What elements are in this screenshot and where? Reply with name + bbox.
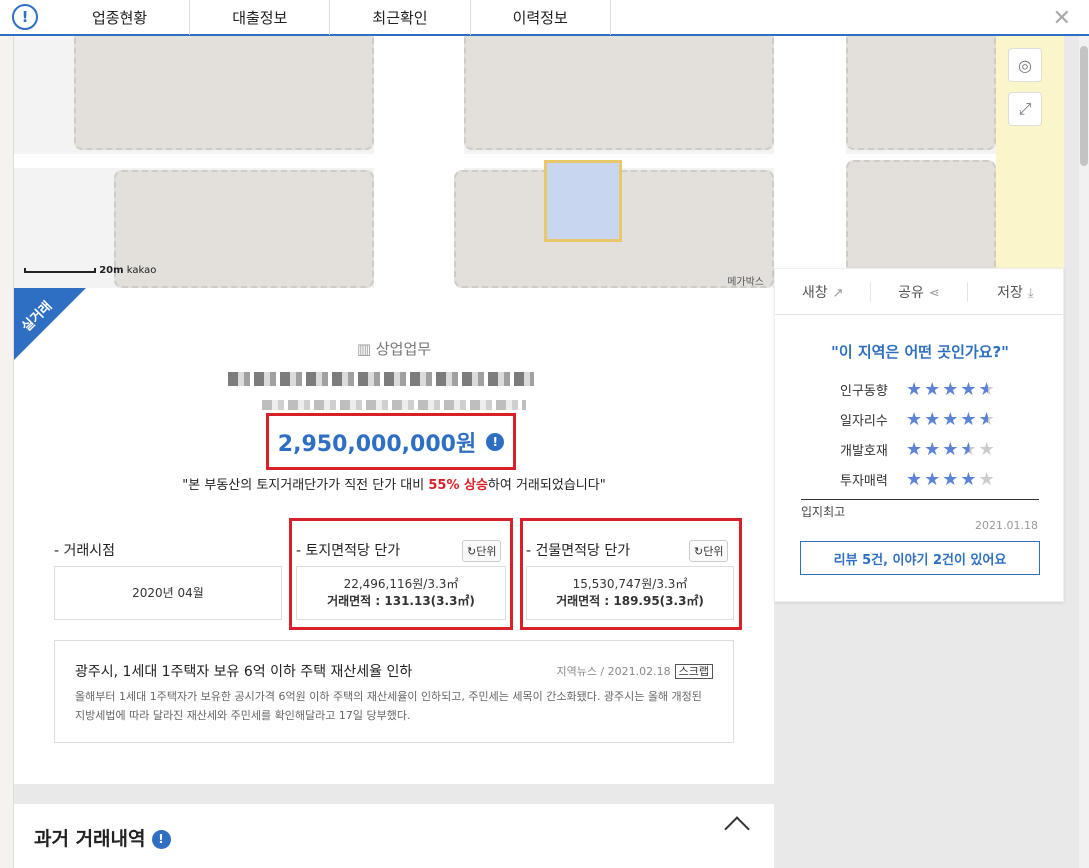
building-unit-cell: 15,530,747원/3.3㎡ 거래면적 : 189.95(3.3㎡) (526, 566, 734, 620)
rating-label: 인구동향 (840, 384, 888, 399)
info-icon[interactable]: ! (486, 432, 505, 451)
download-icon: ⤓ (1027, 285, 1034, 301)
review-button[interactable]: 리뷰 5건, 이야기 2건이 있어요 (800, 541, 1040, 575)
map-poi-label: 메가박스 (727, 277, 764, 288)
building-unit-price: 15,530,747원/3.3㎡ (572, 577, 688, 591)
scrap-button[interactable]: 스크랩 (674, 664, 713, 679)
news-body: 올해부터 1세대 1주택자가 보유한 공시가격 6억원 이하 주택의 재산세율이… (75, 690, 702, 722)
selected-parcel[interactable] (544, 160, 622, 242)
news-source: 지역뉴스 / 2021.02.18 스크랩 (556, 663, 713, 679)
new-window-button[interactable]: 새창 ↗ (775, 281, 872, 302)
rating-label: 투자매력 (840, 474, 888, 489)
news-card[interactable]: 광주시, 1세대 1주택자 보유 6억 이하 주택 재산세율 인하 지역뉴스 /… (54, 640, 734, 743)
building-icon: ▥ (356, 340, 372, 358)
building-area: 거래면적 : 189.95(3.3㎡) (556, 594, 704, 608)
masked-address (228, 372, 534, 386)
close-icon[interactable]: ✕ (1053, 6, 1071, 31)
star-rating: ★★★★★ (906, 469, 997, 490)
rating-row: 투자매력 ★★★★★ (840, 469, 997, 490)
action-bar: 새창 ↗ 공유 ⋖ 저장 ⤓ (775, 269, 1063, 315)
region-question: "이 지역은 어떤 곳인가요?" (831, 343, 1009, 361)
star-rating: ★★★★★ (906, 379, 997, 400)
map-view[interactable]: ◎ ⤢ 20m kakao 메가박스 (14, 36, 1064, 288)
land-unit-price: 22,496,116원/3.3㎡ (343, 577, 459, 591)
map-building (74, 36, 374, 150)
map-road (374, 36, 464, 288)
price-change-note: "본 부동산의 토지거래단가가 직전 단가 대비 55% 상승하여 거래되었습니… (182, 478, 606, 493)
map-building (464, 36, 774, 150)
chevron-up-icon[interactable] (724, 816, 750, 842)
past-transactions-title: 과거 거래내역! (34, 824, 171, 851)
info-icon[interactable]: ! (151, 829, 171, 849)
left-edge (0, 36, 14, 868)
share-button[interactable]: 공유 ⋖ (871, 281, 968, 302)
price-highlight-box: 2,950,000,000원 ! (266, 413, 516, 470)
land-unit-title: - 토지면적당 단가 (296, 543, 401, 559)
masked-address-detail (262, 400, 526, 410)
trade-time-value: 2020년 04월 (54, 566, 282, 620)
location-label: 입지최고 (801, 505, 846, 519)
divider (801, 499, 1039, 500)
transaction-card: 실거래 ▥ 상업업무 2,950,000,000원 ! "본 부동산의 토지거래… (14, 288, 774, 784)
rating-row: 개발호재 ★★★★★ (840, 439, 997, 460)
share-icon: ⋖ (928, 285, 940, 301)
tab-recent-viewed[interactable]: 최근확인 (330, 0, 471, 35)
transaction-price: 2,950,000,000원 (277, 431, 477, 457)
building-unit-title: - 건물면적당 단가 (526, 543, 631, 559)
fullscreen-icon[interactable]: ⤢ (1008, 92, 1042, 126)
rating-row: 인구동향 ★★★★★ (840, 379, 997, 400)
trade-time-label: - 거래시점 (54, 543, 116, 559)
external-link-icon: ↗ (832, 285, 844, 301)
land-unit-toggle[interactable]: ↻단위 (462, 540, 502, 562)
map-road (774, 36, 846, 288)
scrollbar[interactable] (1079, 36, 1089, 868)
map-scale: 20m kakao (24, 265, 156, 276)
tab-loan-info[interactable]: 대출정보 (190, 0, 331, 35)
news-title[interactable]: 광주시, 1세대 1주택자 보유 6억 이하 주택 재산세율 인하 (75, 661, 412, 681)
map-building (846, 36, 996, 150)
land-area: 거래면적 : 131.13(3.3㎡) (327, 594, 475, 608)
rating-label: 개발호재 (840, 444, 888, 459)
location-icon[interactable]: ◎ (1008, 48, 1042, 82)
region-panel: 새창 ↗ 공유 ⋖ 저장 ⤓ "이 지역은 어떤 곳인가요?" 인구동향 ★★★★★ … (774, 268, 1064, 602)
star-rating: ★★★★★ (906, 439, 997, 460)
star-rating: ★★★★★ (906, 409, 997, 430)
building-unit-toggle[interactable]: ↻단위 (689, 540, 729, 562)
tab-history-info[interactable]: 이력정보 (471, 0, 611, 35)
top-tab-bar: ! 업종현황 대출정보 최근확인 이력정보 ✕ (0, 0, 1089, 36)
land-unit-cell: 22,496,116원/3.3㎡ 거래면적 : 131.13(3.3㎡) (296, 566, 506, 620)
review-date: 2021.01.18 (975, 519, 1038, 532)
past-transactions-section: 과거 거래내역! (14, 804, 774, 868)
alert-icon[interactable]: ! (0, 0, 50, 35)
property-category: ▥ 상업업무 (356, 340, 432, 358)
save-button[interactable]: 저장 ⤓ (968, 282, 1063, 302)
rating-label: 일자리수 (840, 414, 888, 429)
tab-industry-status[interactable]: 업종현황 (50, 0, 191, 35)
rating-row: 일자리수 ★★★★★ (840, 409, 997, 430)
page: ! 업종현황 대출정보 최근확인 이력정보 ✕ ◎ ⤢ 20m kakao 메가… (0, 0, 1089, 868)
